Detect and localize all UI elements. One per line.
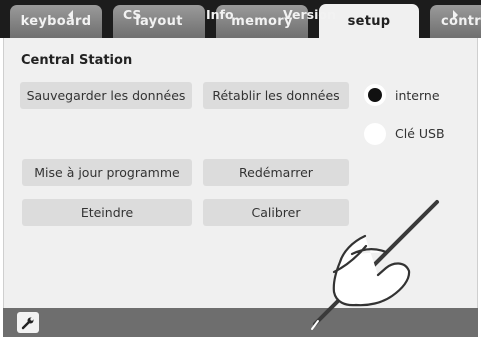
hand-with-stylus-icon [311,200,439,330]
